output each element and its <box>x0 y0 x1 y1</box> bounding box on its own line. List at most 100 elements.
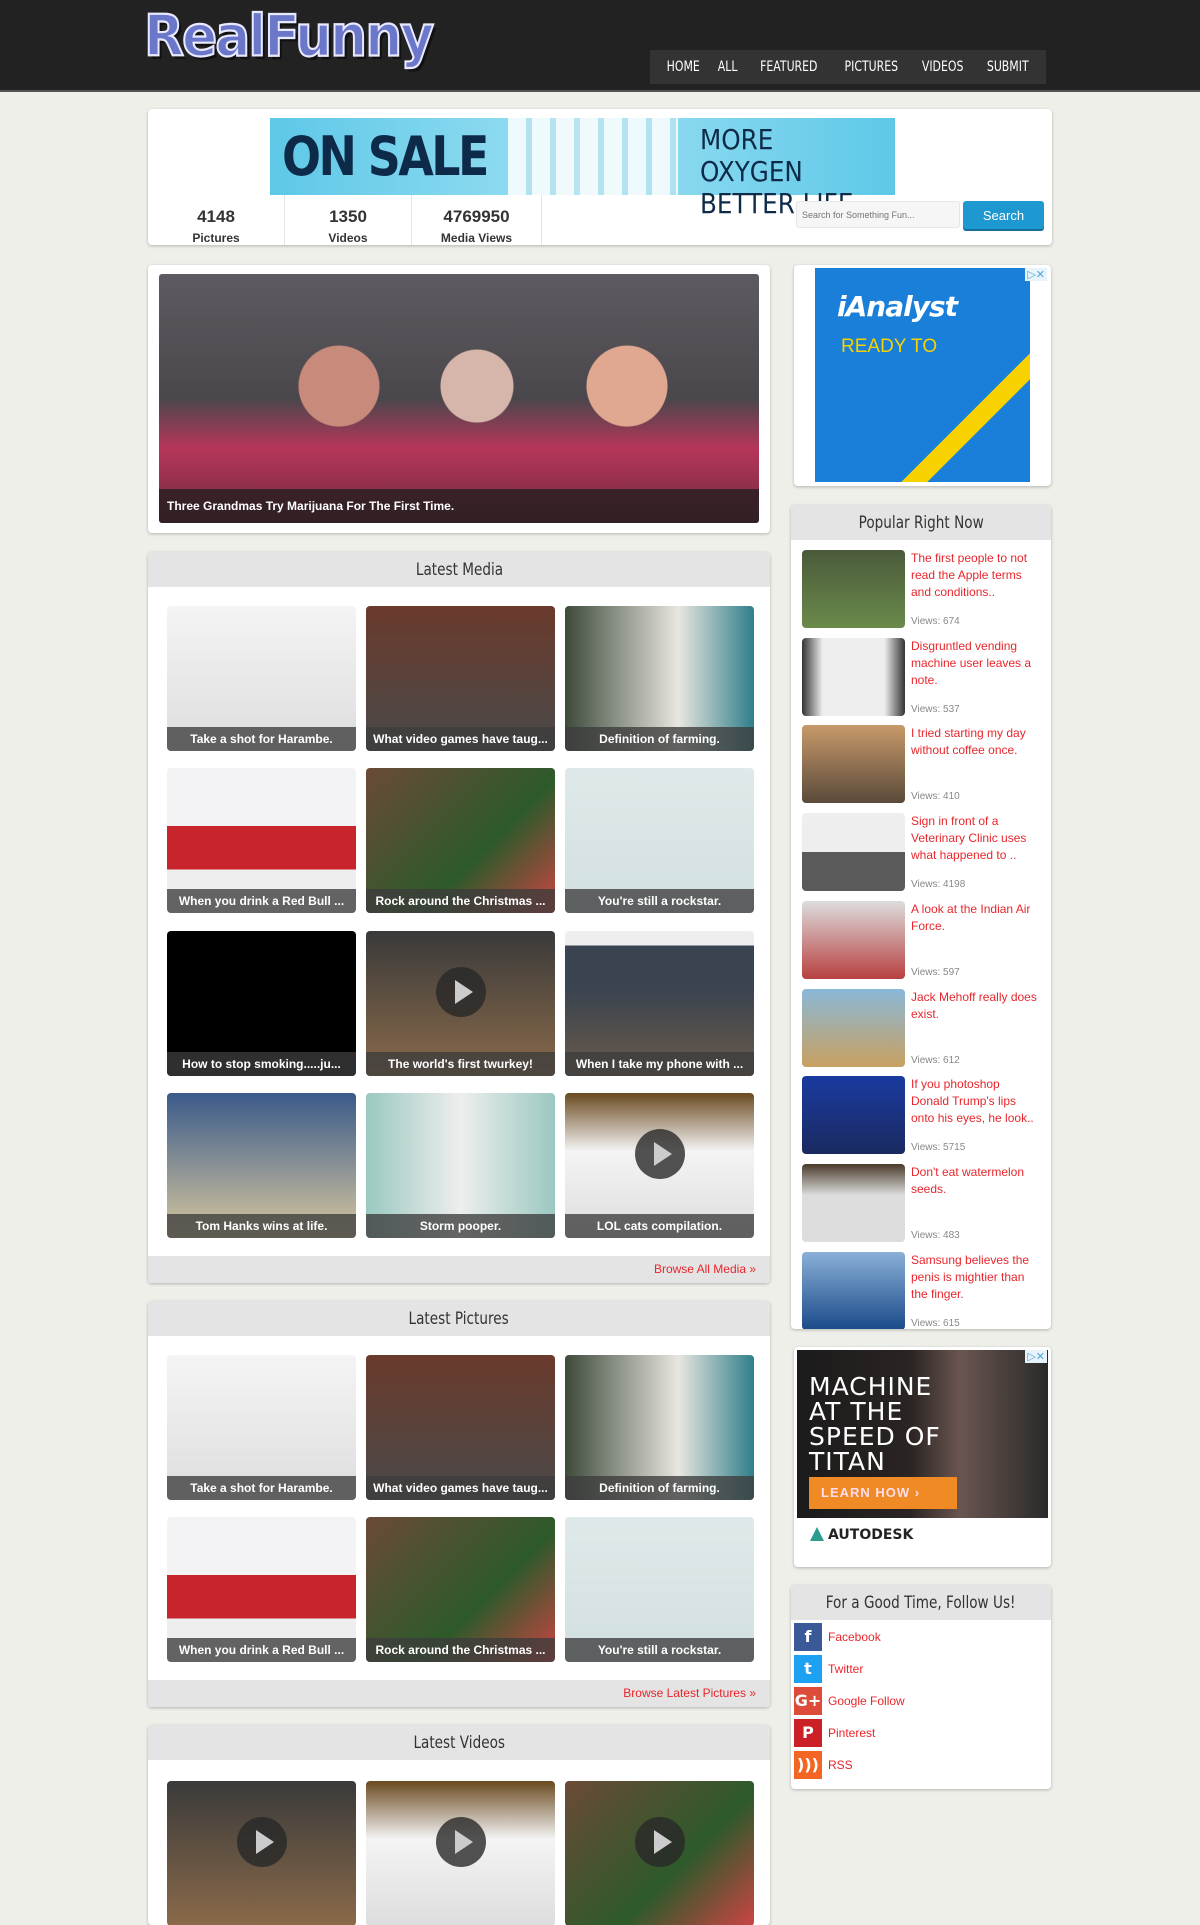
media-tile[interactable]: How to stop smoking.....ju... <box>167 931 356 1076</box>
popular-thumbnail[interactable] <box>802 988 905 1067</box>
tile-caption[interactable]: What video games have taug... <box>366 1476 555 1500</box>
popular-thumbnail[interactable] <box>802 637 905 716</box>
play-icon[interactable] <box>634 1128 685 1179</box>
tile-caption[interactable]: Definition of farming. <box>565 727 754 751</box>
social-label[interactable]: RSS <box>828 1758 853 1772</box>
search-input[interactable] <box>796 201 960 228</box>
site-logo[interactable]: RealFunny <box>143 3 435 71</box>
play-icon[interactable] <box>634 1816 685 1867</box>
view-count: Views: 674 <box>911 616 960 627</box>
nav-featured[interactable]: FEATURED <box>760 59 817 75</box>
popular-thumbnail[interactable] <box>802 725 905 804</box>
nav-home[interactable]: HOME <box>666 59 699 75</box>
media-tile[interactable]: Rock around the Christmas ... <box>366 1517 555 1662</box>
popular-thumbnail[interactable] <box>802 1163 905 1242</box>
media-tile[interactable]: You're still a rockstar. <box>565 1517 754 1662</box>
social-link-rss[interactable]: ))) RSS <box>794 1751 853 1779</box>
popular-item: Samsung believes the penis is mightier t… <box>802 1251 1042 1329</box>
media-tile[interactable]: Storm pooper. <box>366 1093 555 1238</box>
panel-footer: Browse Latest Pictures » <box>148 1680 770 1707</box>
popular-title-link[interactable]: Disgruntled vending machine user leaves … <box>911 638 1041 689</box>
tile-caption[interactable]: Tom Hanks wins at life. <box>167 1214 356 1238</box>
media-tile[interactable] <box>167 1781 356 1925</box>
google-plus-icon[interactable]: G+ <box>794 1687 822 1715</box>
tile-caption[interactable]: Take a shot for Harambe. <box>167 1476 356 1500</box>
popular-title-link[interactable]: Don't eat watermelon seeds. <box>911 1164 1041 1198</box>
nav-pictures[interactable]: PICTURES <box>844 59 898 75</box>
tile-caption[interactable]: Rock around the Christmas ... <box>366 1638 555 1662</box>
media-tile[interactable]: Tom Hanks wins at life. <box>167 1093 356 1238</box>
media-tile[interactable]: Definition of farming. <box>565 1355 754 1500</box>
social-link-facebook[interactable]: f Facebook <box>794 1623 881 1651</box>
learn-how-button[interactable]: LEARN HOW › <box>809 1477 957 1509</box>
popular-thumbnail[interactable] <box>802 1251 905 1329</box>
popular-title-link[interactable]: A look at the Indian Air Force. <box>911 901 1041 935</box>
browse-latest-pictures-link[interactable]: Browse Latest Pictures » <box>623 1686 756 1700</box>
popular-thumbnail[interactable] <box>802 550 905 628</box>
banner-ad[interactable]: ON SALE MORE OXYGEN BETTER LIFE <box>270 118 895 220</box>
autodesk-logo: AUTODESK <box>810 1527 913 1543</box>
tile-caption[interactable]: Rock around the Christmas ... <box>366 889 555 913</box>
tile-caption[interactable]: The world's first twurkey! <box>366 1052 555 1076</box>
social-link-google-follow[interactable]: G+ Google Follow <box>794 1687 905 1715</box>
nav-submit[interactable]: SUBMIT <box>987 59 1029 75</box>
tile-caption[interactable]: How to stop smoking.....ju... <box>167 1052 356 1076</box>
tile-caption[interactable]: Take a shot for Harambe. <box>167 727 356 751</box>
tile-caption[interactable]: What video games have taug... <box>366 727 555 751</box>
media-tile[interactable]: LOL cats compilation. <box>565 1093 754 1238</box>
social-label[interactable]: Google Follow <box>828 1694 905 1708</box>
media-tile[interactable]: Definition of farming. <box>565 606 754 751</box>
popular-thumbnail[interactable] <box>802 1076 905 1155</box>
popular-title-link[interactable]: I tried starting my day without coffee o… <box>911 725 1041 759</box>
social-link-twitter[interactable]: t Twitter <box>794 1655 863 1683</box>
featured-video-player[interactable]: Three Grandmas Try Marijuana For The Fir… <box>159 274 759 523</box>
tile-caption[interactable]: When I take my phone with ... <box>565 1052 754 1076</box>
rss-icon[interactable]: ))) <box>794 1751 822 1779</box>
popular-title-link[interactable]: Samsung believes the penis is mightier t… <box>911 1252 1041 1303</box>
popular-thumbnail[interactable] <box>802 813 905 892</box>
media-tile[interactable] <box>565 1781 754 1925</box>
social-label[interactable]: Pinterest <box>828 1726 875 1740</box>
popular-title-link[interactable]: Jack Mehoff really does exist. <box>911 989 1041 1023</box>
side-ad-ianalyst[interactable]: iAnalyst READY TO ▷✕ <box>794 265 1051 486</box>
side-ad-autodesk[interactable]: MACHINE AT THE SPEED OF TITAN LEARN HOW … <box>794 1347 1051 1567</box>
media-tile[interactable]: When I take my phone with ... <box>565 931 754 1076</box>
tile-caption[interactable]: LOL cats compilation. <box>565 1214 754 1238</box>
nav-all[interactable]: ALL <box>718 59 738 75</box>
tile-caption[interactable]: When you drink a Red Bull ... <box>167 1638 356 1662</box>
popular-title-link[interactable]: If you photoshop Donald Trump's lips ont… <box>911 1076 1041 1127</box>
social-label[interactable]: Facebook <box>828 1630 881 1644</box>
nav-videos[interactable]: VIDEOS <box>922 59 964 75</box>
tile-caption[interactable]: Definition of farming. <box>565 1476 754 1500</box>
popular-title-link[interactable]: The first people to not read the Apple t… <box>911 550 1041 601</box>
ad-choices-icon[interactable]: ▷✕ <box>1025 1350 1047 1363</box>
twitter-icon[interactable]: t <box>794 1655 822 1683</box>
featured-caption[interactable]: Three Grandmas Try Marijuana For The Fir… <box>159 489 759 523</box>
search-button[interactable]: Search <box>963 201 1044 229</box>
tile-caption[interactable]: You're still a rockstar. <box>565 889 754 913</box>
media-tile[interactable]: When you drink a Red Bull ... <box>167 1517 356 1662</box>
play-icon[interactable] <box>435 966 486 1017</box>
media-tile[interactable]: What video games have taug... <box>366 606 555 751</box>
ad-choices-icon[interactable]: ▷✕ <box>1025 268 1047 281</box>
popular-title-link[interactable]: Sign in front of a Veterinary Clinic use… <box>911 813 1041 864</box>
media-tile[interactable]: Take a shot for Harambe. <box>167 606 356 751</box>
media-tile[interactable]: Rock around the Christmas ... <box>366 768 555 913</box>
tile-caption[interactable]: Storm pooper. <box>366 1214 555 1238</box>
play-icon[interactable] <box>435 1816 486 1867</box>
browse-all-media-link[interactable]: Browse All Media » <box>654 1262 756 1276</box>
popular-thumbnail[interactable] <box>802 900 905 979</box>
facebook-icon[interactable]: f <box>794 1623 822 1651</box>
social-label[interactable]: Twitter <box>828 1662 863 1676</box>
media-tile[interactable]: You're still a rockstar. <box>565 768 754 913</box>
media-tile[interactable] <box>366 1781 555 1925</box>
tile-caption[interactable]: When you drink a Red Bull ... <box>167 889 356 913</box>
media-tile[interactable]: When you drink a Red Bull ... <box>167 768 356 913</box>
tile-caption[interactable]: You're still a rockstar. <box>565 1638 754 1662</box>
play-icon[interactable] <box>236 1816 287 1867</box>
social-link-pinterest[interactable]: P Pinterest <box>794 1719 875 1747</box>
media-tile[interactable]: Take a shot for Harambe. <box>167 1355 356 1500</box>
media-tile[interactable]: The world's first twurkey! <box>366 931 555 1076</box>
pinterest-icon[interactable]: P <box>794 1719 822 1747</box>
media-tile[interactable]: What video games have taug... <box>366 1355 555 1500</box>
